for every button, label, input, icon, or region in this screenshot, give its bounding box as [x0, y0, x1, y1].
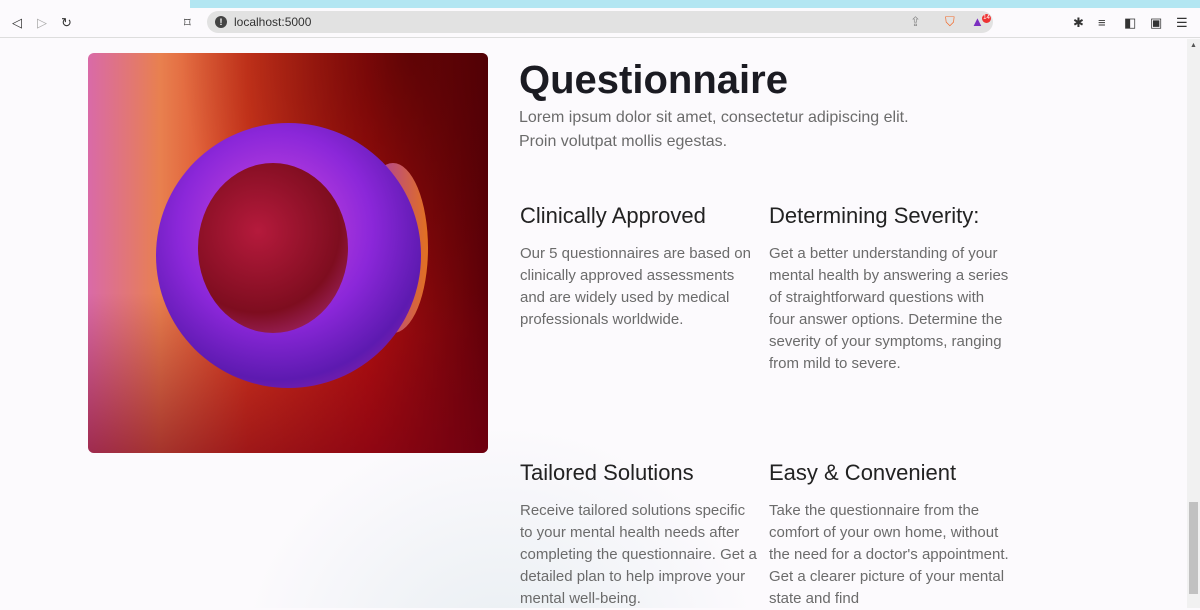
- url-text: localhost:5000: [234, 15, 312, 29]
- page-title: Questionnaire: [519, 58, 788, 102]
- vertical-scrollbar[interactable]: ▲: [1187, 39, 1200, 608]
- scroll-up-icon[interactable]: ▲: [1190, 42, 1197, 49]
- feature-easy-convenient: Easy & Convenient Take the questionnaire…: [769, 460, 1009, 610]
- page-subtitle: Lorem ipsum dolor sit amet, consectetur …: [519, 109, 909, 150]
- feature-tailored-solutions: Tailored Solutions Receive tailored solu…: [520, 460, 760, 610]
- feature-title: Tailored Solutions: [520, 460, 694, 485]
- hero-image: [88, 53, 488, 453]
- feature-text: Get a better understanding of your menta…: [769, 245, 1009, 372]
- feature-determining-severity: Determining Severity: Get a better under…: [769, 203, 1009, 375]
- back-icon[interactable]: ◁: [12, 15, 22, 31]
- bookmark-icon[interactable]: ⌑: [184, 15, 191, 31]
- scrollbar-thumb[interactable]: [1189, 502, 1198, 594]
- page-content: Questionnaire Lorem ipsum dolor sit amet…: [0, 39, 1187, 608]
- address-bar[interactable]: ! localhost:5000 ⇪ ⛉ ▲: [207, 11, 993, 33]
- feature-title: Easy & Convenient: [769, 460, 957, 485]
- feature-text: Our 5 questionnaires are based on clinic…: [520, 245, 751, 328]
- feature-title: Determining Severity:: [769, 203, 980, 228]
- active-tab[interactable]: [0, 0, 190, 8]
- feature-text: Take the questionnaire from the comfort …: [769, 502, 1009, 607]
- feature-clinically-approved: Clinically Approved Our 5 questionnaires…: [520, 203, 760, 331]
- brave-shields-icon[interactable]: ⛉: [945, 14, 955, 30]
- wallet-icon[interactable]: ▣: [1150, 15, 1162, 31]
- browser-toolbar: ◁ ▷ ↻ ⌑ ! localhost:5000 ⇪ ⛉ ▲ 14 ✱ ≡ ◧ …: [0, 8, 1200, 38]
- tab-strip: [0, 0, 1200, 8]
- rewards-badge: 14: [982, 14, 991, 23]
- media-icon[interactable]: ≡: [1098, 15, 1106, 31]
- extensions-icon[interactable]: ✱: [1073, 15, 1084, 31]
- feature-title: Clinically Approved: [520, 203, 706, 228]
- reload-icon[interactable]: ↻: [61, 15, 72, 31]
- menu-icon[interactable]: ☰: [1176, 15, 1188, 31]
- feature-text: Receive tailored solutions specific to y…: [520, 502, 757, 607]
- sidebar-icon[interactable]: ◧: [1124, 15, 1136, 31]
- site-info-icon[interactable]: !: [215, 16, 227, 28]
- share-icon[interactable]: ⇪: [910, 14, 921, 30]
- forward-icon[interactable]: ▷: [37, 15, 47, 31]
